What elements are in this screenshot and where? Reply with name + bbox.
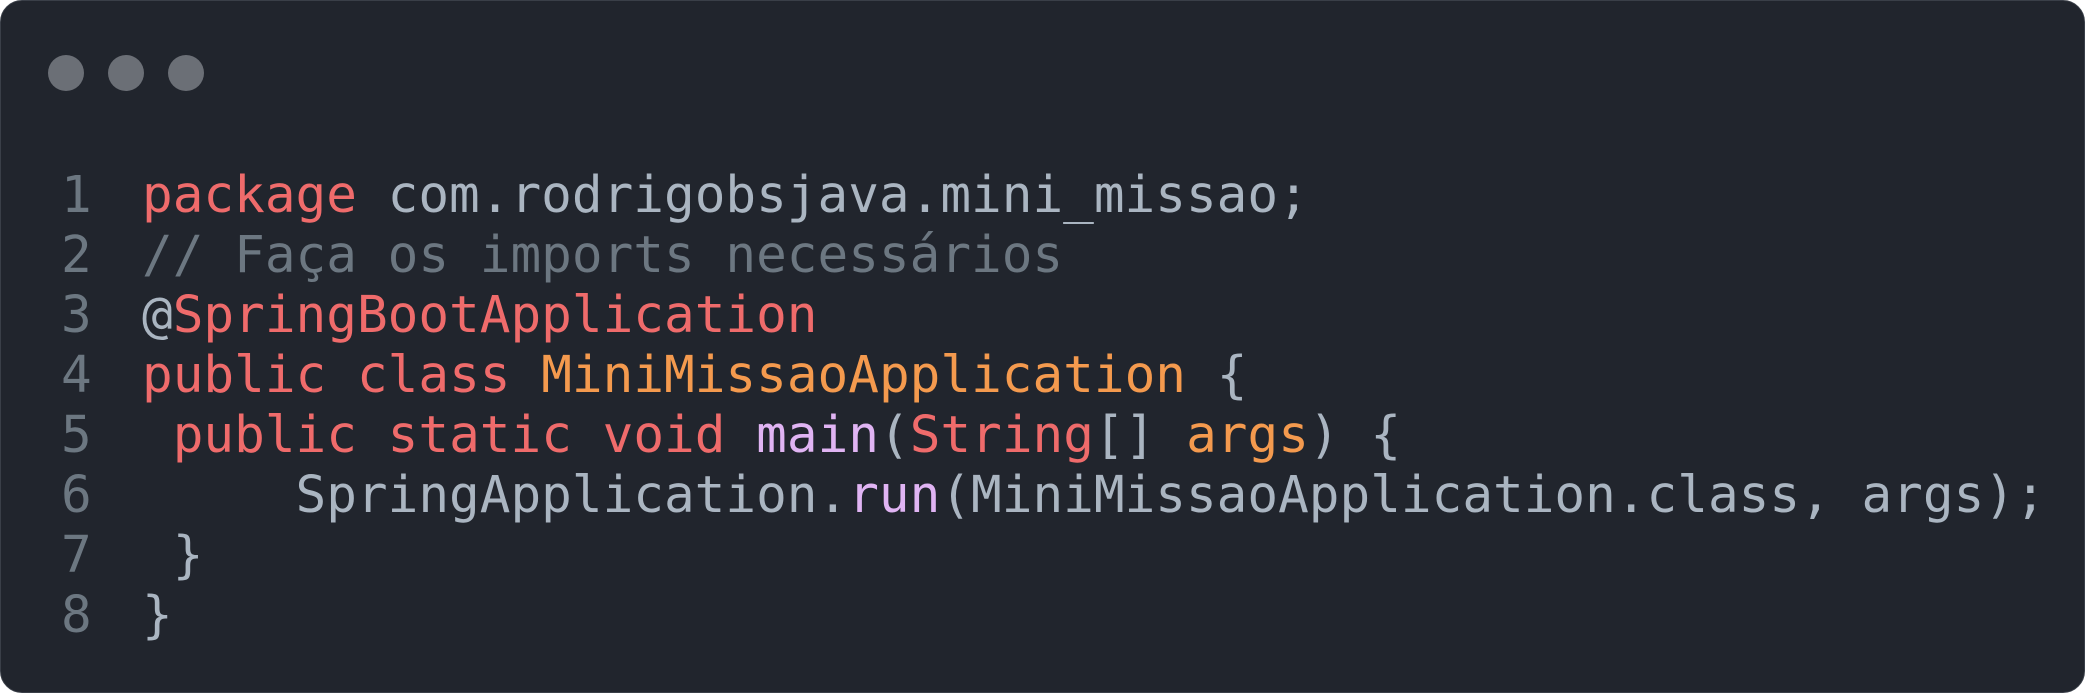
code-token-text: @ bbox=[142, 286, 173, 345]
code-token-keyword: public bbox=[142, 346, 327, 405]
code-token-keyword: static bbox=[387, 406, 572, 465]
code-token-text: com.rodrigobsjava.mini_missao; bbox=[356, 166, 1309, 225]
code-block: 1 package com.rodrigobsjava.mini_missao; 2… bbox=[1, 166, 2084, 646]
code-line: 2 // Faça os imports necessários bbox=[1, 226, 2084, 286]
code-token-keyword: String bbox=[909, 406, 1094, 465]
line-source: @SpringBootApplication bbox=[142, 286, 818, 346]
code-token-keyword: void bbox=[602, 406, 726, 465]
line-number: 8 bbox=[61, 586, 92, 645]
line-source: // Faça os imports necessários bbox=[142, 226, 1063, 286]
code-token-type: MiniMissaoApplication bbox=[541, 346, 1186, 405]
code-line: 8} bbox=[1, 586, 2084, 646]
code-token-type: args bbox=[1186, 406, 1309, 465]
line-source: SpringApplication.run(MiniMissaoApplicat… bbox=[142, 466, 2046, 526]
line-number: 4 bbox=[61, 346, 92, 405]
code-line: 4 public class MiniMissaoApplication { bbox=[1, 346, 2084, 406]
line-source: } bbox=[142, 586, 173, 646]
code-line: 6 SpringApplication.run(MiniMissaoApplic… bbox=[1, 466, 2084, 526]
minimize-dot-icon[interactable] bbox=[108, 55, 144, 91]
line-source: } bbox=[142, 526, 204, 586]
code-token-keyword: class bbox=[356, 346, 511, 405]
code-token-keyword: package bbox=[142, 166, 357, 225]
code-line: 5 public static void main(String[] args)… bbox=[1, 406, 2084, 466]
line-number: 1 bbox=[61, 166, 92, 225]
code-token-method: main bbox=[756, 406, 879, 465]
code-token-text: ( bbox=[879, 406, 910, 465]
line-number: 3 bbox=[61, 286, 92, 345]
line-number: 5 bbox=[61, 406, 92, 465]
line-source: public static void main(String[] args) { bbox=[142, 406, 1401, 466]
code-line: 7 } bbox=[1, 526, 2084, 586]
line-number: 2 bbox=[61, 226, 92, 285]
code-token-keyword: public bbox=[172, 406, 357, 465]
code-line: 3 @SpringBootApplication bbox=[1, 286, 2084, 346]
window-controls bbox=[48, 55, 204, 91]
line-number: 6 bbox=[61, 466, 92, 525]
code-token-text: [] bbox=[1093, 406, 1187, 465]
code-token-text: } bbox=[142, 586, 173, 645]
close-dot-icon[interactable] bbox=[48, 55, 84, 91]
code-token-text: ) { bbox=[1308, 406, 1402, 465]
line-number: 7 bbox=[61, 526, 92, 585]
code-token-method: run bbox=[848, 466, 941, 525]
code-window: 1 package com.rodrigobsjava.mini_missao; 2… bbox=[0, 0, 2085, 693]
maximize-dot-icon[interactable] bbox=[168, 55, 204, 91]
line-source: public class MiniMissaoApplication { bbox=[142, 346, 1247, 406]
code-token-text: SpringApplication. bbox=[142, 466, 849, 525]
line-source: package com.rodrigobsjava.mini_missao; bbox=[142, 166, 1309, 226]
code-line: 1 package com.rodrigobsjava.mini_missao; bbox=[1, 166, 2084, 226]
code-token-keyword: SpringBootApplication bbox=[172, 286, 818, 345]
code-token-text: } bbox=[142, 526, 204, 585]
code-token-comment: // Faça os imports necessários bbox=[142, 226, 1064, 285]
code-token-text: (MiniMissaoApplication.class, args); bbox=[940, 466, 2046, 525]
code-token-text: { bbox=[1186, 346, 1248, 405]
